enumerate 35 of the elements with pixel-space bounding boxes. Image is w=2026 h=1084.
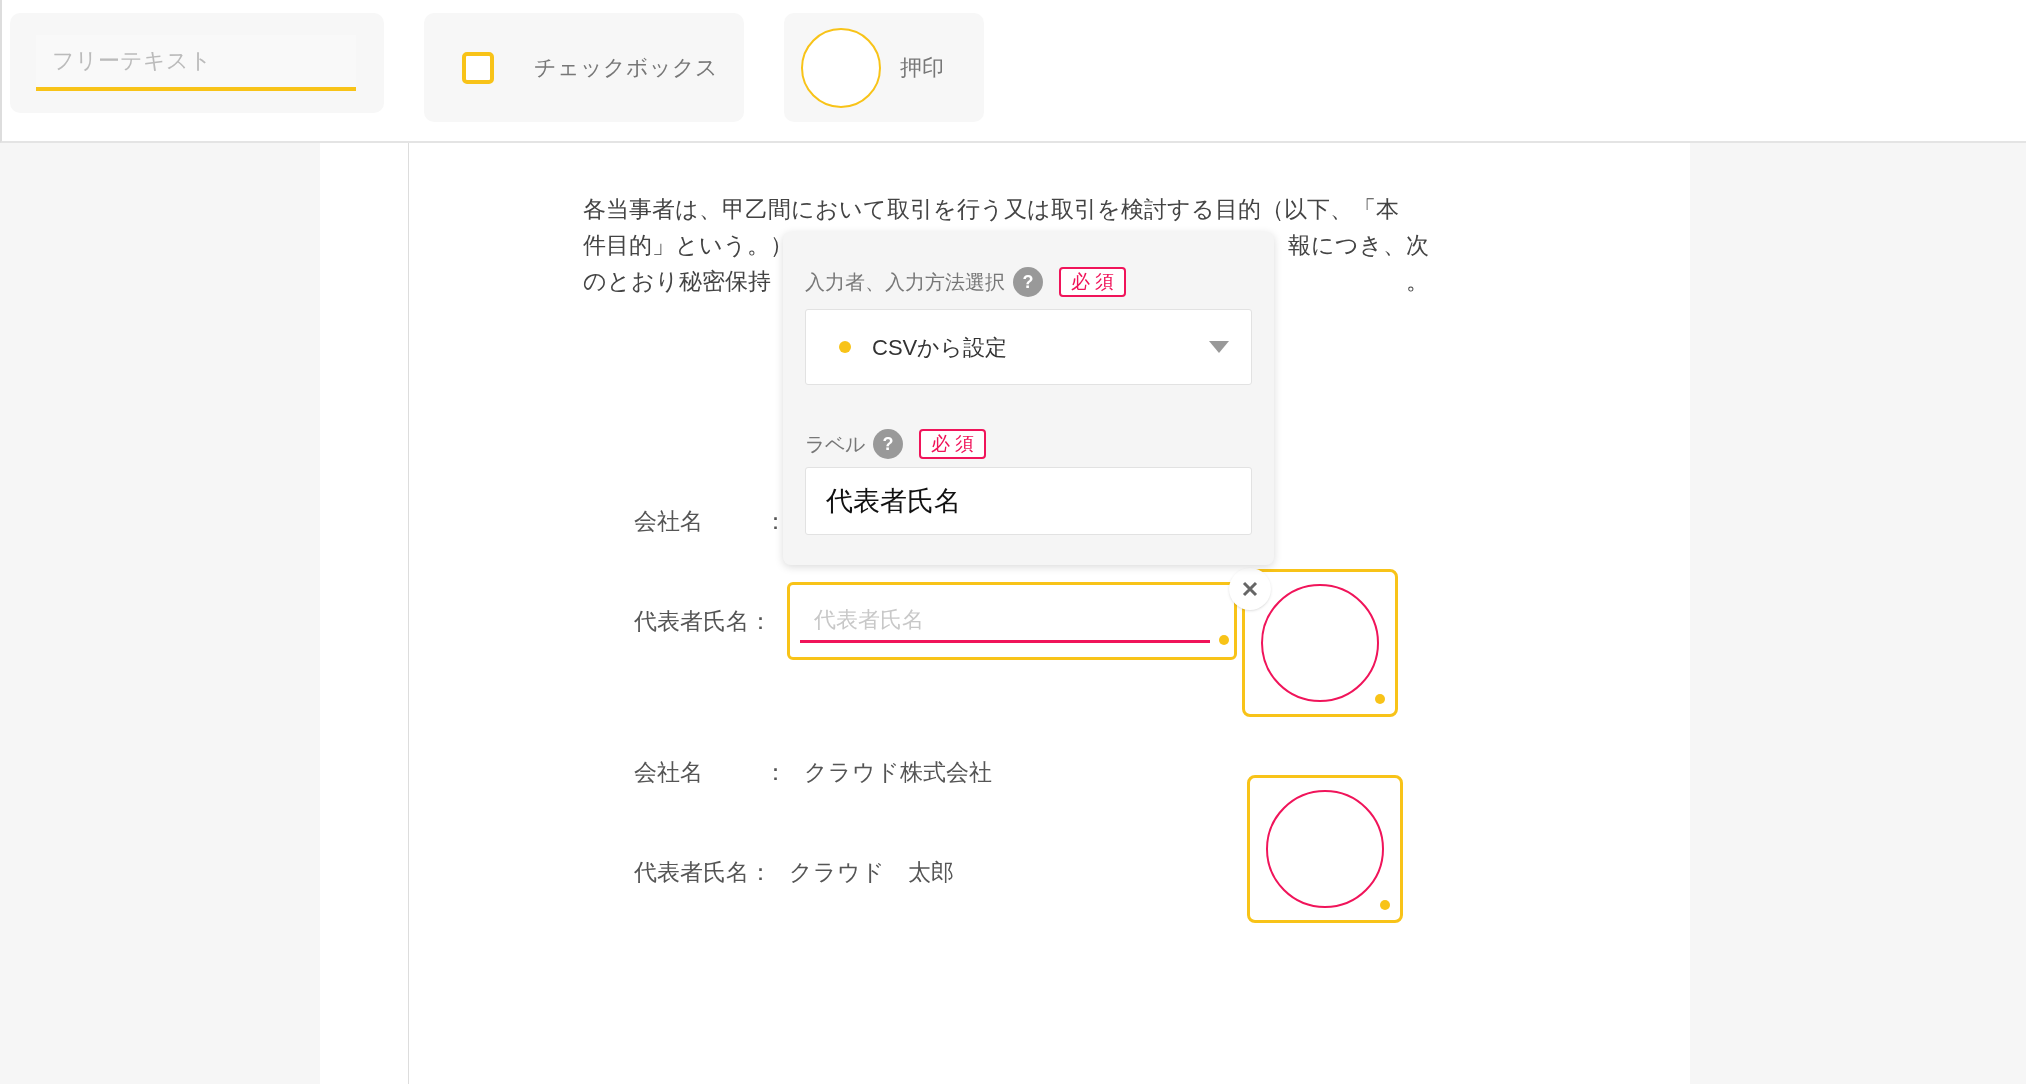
- paragraph-text: 件目的」という。）: [583, 231, 793, 260]
- name-label: 代表者氏名: [634, 857, 749, 887]
- company-label: 会社名: [634, 757, 704, 787]
- input-value: 代表者氏名: [826, 484, 961, 518]
- colon: ：: [764, 757, 788, 787]
- colon: ：: [764, 506, 788, 536]
- palette-card[interactable]: フリーテキスト: [10, 13, 384, 113]
- colon: ：: [749, 857, 773, 887]
- paragraph-text: のとおり秘密保持: [583, 267, 771, 296]
- company-name: クラウド株式会社: [804, 757, 992, 787]
- checkbox-label: チェックボックス: [534, 54, 718, 82]
- method-select[interactable]: CSVから設定: [805, 309, 1252, 385]
- colon: ：: [749, 606, 773, 636]
- required-badge: 必 須: [1059, 267, 1127, 297]
- paragraph-text: 報につき、次: [1288, 231, 1429, 260]
- company-label: 会社名: [634, 506, 704, 536]
- field-label: ラベル: [805, 432, 865, 457]
- palette-card[interactable]: 押印: [784, 13, 984, 122]
- checkbox[interactable]: [462, 51, 494, 84]
- required-badge: 必 須: [919, 429, 987, 459]
- paragraph-text: 。: [1406, 267, 1429, 296]
- help-icon[interactable]: ?: [873, 429, 903, 459]
- caret-icon: [1209, 341, 1229, 353]
- representative-name: クラウド 太郎: [789, 857, 954, 887]
- select-value: CSVから設定: [872, 333, 1009, 362]
- close-icon: [1242, 581, 1258, 597]
- stamp-field[interactable]: [1242, 569, 1398, 717]
- name-label: 代表者氏名: [634, 606, 749, 636]
- stamp-field[interactable]: [1247, 775, 1403, 923]
- paragraph-text: 各当事者は、甲乙間において取引を行う又は取引を検討する目的（以下、「本: [583, 195, 1399, 224]
- field-label: 入力者、入力方法選択: [805, 270, 1005, 295]
- stamp-label: 押印: [900, 54, 944, 82]
- label-input[interactable]: 代表者氏名: [805, 467, 1252, 535]
- palette-card[interactable]: チェックボックス: [424, 13, 744, 122]
- help-icon[interactable]: ?: [1013, 267, 1043, 297]
